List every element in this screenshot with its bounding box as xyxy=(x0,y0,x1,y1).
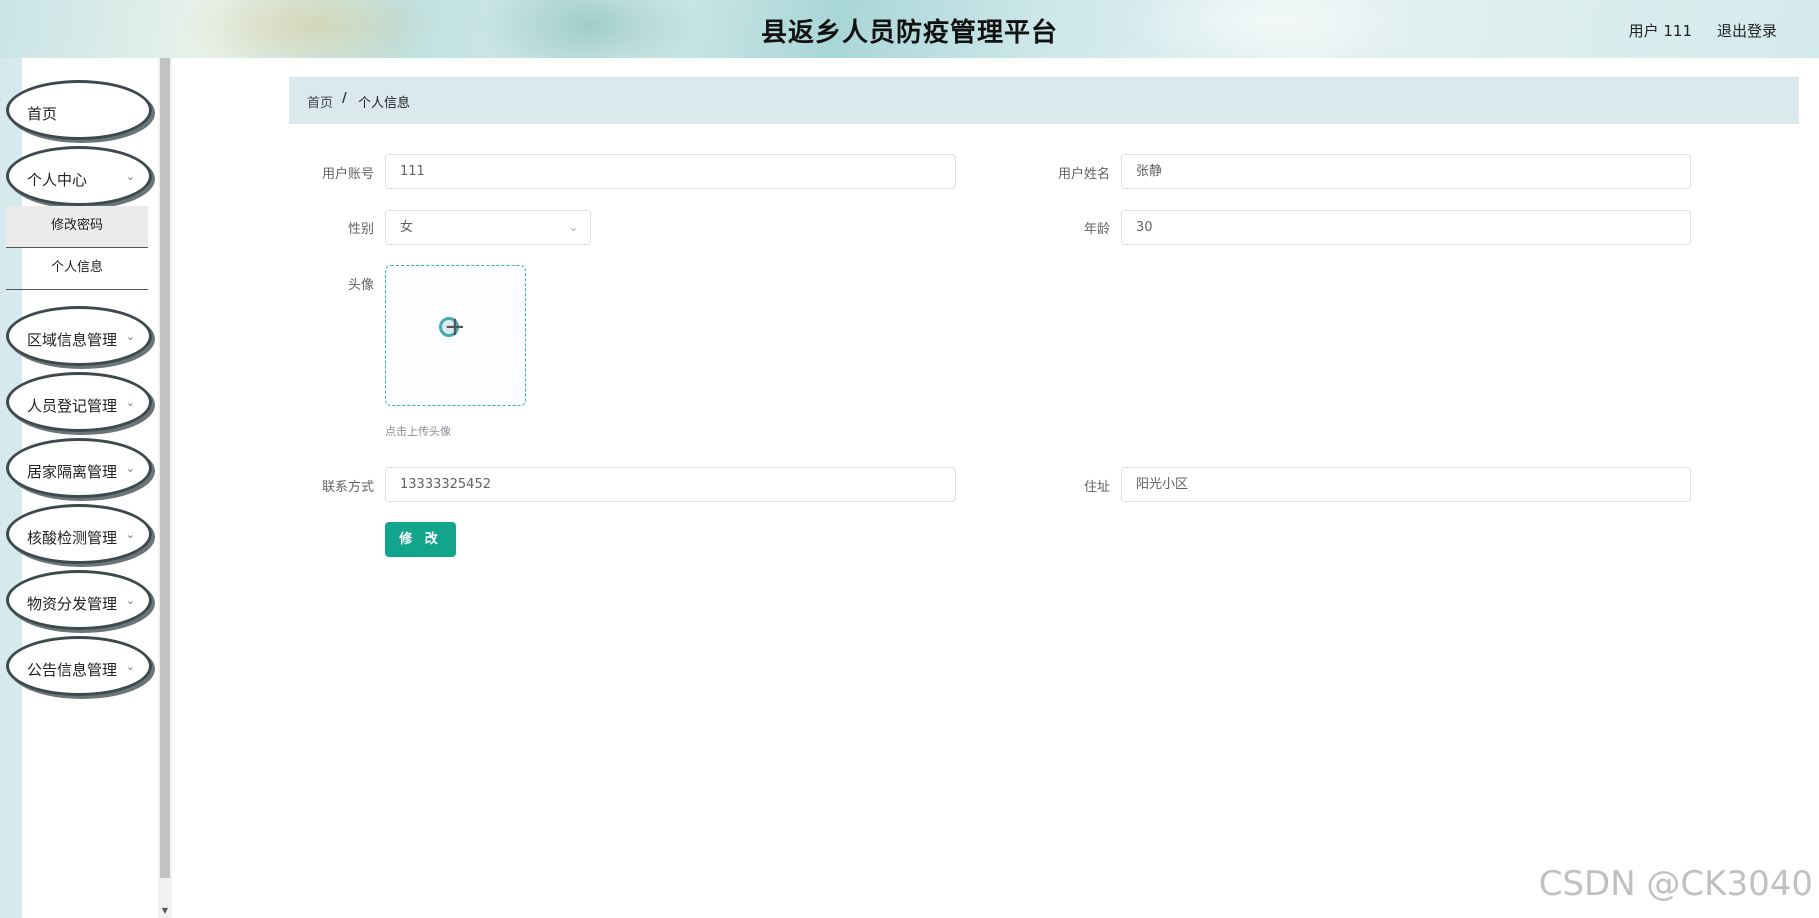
sidebar-item-label: 公告信息管理 xyxy=(27,661,118,679)
sidebar-item-label: 区域信息管理 xyxy=(27,331,118,349)
gender-select[interactable]: 女 ⌄ xyxy=(385,210,591,245)
avatar-uploader[interactable]: + xyxy=(385,265,526,406)
watermark-text: CSDN @CK3040 xyxy=(1538,864,1813,904)
gender-label: 性别 xyxy=(347,222,374,237)
scrollbar-thumb[interactable] xyxy=(160,58,170,878)
sidebar-item-label: 人员登记管理 xyxy=(27,397,118,415)
sidebar-subitem-change-password[interactable]: 修改密码 xyxy=(6,206,148,248)
phone-label: 联系方式 xyxy=(321,480,374,495)
scroll-down-arrow-icon[interactable]: ▼ xyxy=(160,906,170,916)
age-field[interactable]: 30 xyxy=(1121,210,1691,245)
chevron-down-icon: ⌄ xyxy=(568,221,578,234)
sidebar-item-region-info[interactable]: 区域信息管理 ⌄ xyxy=(6,306,152,366)
phone-field[interactable]: 13333325452 xyxy=(385,467,956,502)
sidebar-item-nucleic-test[interactable]: 核酸检测管理 ⌄ xyxy=(6,504,152,564)
chevron-down-icon: ⌄ xyxy=(125,594,135,607)
current-user-label: 用户 111 xyxy=(1628,22,1692,40)
sidebar-item-label: 个人中心 xyxy=(27,171,88,189)
sidebar-item-personal-center[interactable]: 个人中心 ⌄ xyxy=(6,146,152,206)
chevron-down-icon: ⌄ xyxy=(125,528,135,541)
chevron-down-icon: ⌄ xyxy=(125,462,135,475)
chevron-down-icon: ⌄ xyxy=(125,170,135,183)
sidebar-item-home-quarantine[interactable]: 居家隔离管理 ⌄ xyxy=(6,438,152,498)
sidebar-item-label: 居家隔离管理 xyxy=(27,463,118,481)
chevron-down-icon: ⌄ xyxy=(125,660,135,673)
sidebar: 首页 个人中心 ⌄ 修改密码 个人信息 区域信息管理 ⌄ 人员登记管理 ⌄ 居家… xyxy=(0,58,158,918)
plus-icon: + xyxy=(444,312,466,342)
chevron-down-icon: ⌄ xyxy=(125,396,135,409)
breadcrumb-home-link[interactable]: 首页 xyxy=(307,92,333,111)
account-label: 用户账号 xyxy=(321,167,374,182)
sidebar-scrollbar[interactable]: ▼ xyxy=(158,58,172,918)
gender-selected-value: 女 xyxy=(400,220,414,235)
name-label: 用户姓名 xyxy=(1057,167,1110,182)
sidebar-item-person-registration[interactable]: 人员登记管理 ⌄ xyxy=(6,372,152,432)
sidebar-item-home[interactable]: 首页 xyxy=(6,80,152,140)
top-header: 县返乡人员防疫管理平台 用户 111 退出登录 xyxy=(0,0,1819,58)
name-field[interactable]: 张静 xyxy=(1121,154,1691,189)
sidebar-item-label: 首页 xyxy=(27,105,58,123)
sidebar-subitem-personal-info[interactable]: 个人信息 xyxy=(6,248,148,290)
age-label: 年龄 xyxy=(1083,222,1110,237)
sidebar-item-label: 核酸检测管理 xyxy=(27,529,118,547)
sidebar-item-announcement[interactable]: 公告信息管理 ⌄ xyxy=(6,636,152,696)
submit-button[interactable]: 修 改 xyxy=(385,522,456,557)
sidebar-item-label: 物资分发管理 xyxy=(27,595,118,613)
chevron-down-icon: ⌄ xyxy=(125,330,135,343)
breadcrumb-current: 个人信息 xyxy=(358,96,411,111)
avatar-upload-tip: 点击上传头像 xyxy=(385,425,451,438)
account-field[interactable]: 111 xyxy=(385,154,956,189)
breadcrumb: 首页 / 个人信息 xyxy=(289,77,1799,124)
logout-link[interactable]: 退出登录 xyxy=(1717,20,1777,41)
breadcrumb-separator: / xyxy=(342,91,347,106)
avatar-label: 头像 xyxy=(347,278,374,293)
sidebar-item-supply-distribution[interactable]: 物资分发管理 ⌄ xyxy=(6,570,152,630)
app-title: 县返乡人员防疫管理平台 xyxy=(760,18,1058,48)
address-label: 住址 xyxy=(1083,480,1110,495)
address-field[interactable]: 阳光小区 xyxy=(1121,467,1691,502)
